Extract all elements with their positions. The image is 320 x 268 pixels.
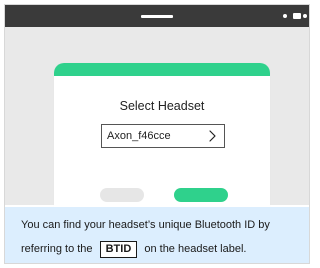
status-bar — [5, 5, 309, 27]
signal-dot-icon — [283, 14, 287, 18]
info-text-after-badge: on the headset label. — [144, 243, 247, 255]
notch-indicator — [141, 15, 173, 18]
signal-dot-icon — [303, 14, 307, 18]
battery-icon — [293, 13, 301, 19]
cancel-button[interactable] — [100, 188, 144, 202]
btid-badge: BTID — [99, 241, 138, 258]
app-frame: Select Headset Axon_f46cce You can find … — [4, 4, 310, 264]
dialog-header-bar — [54, 63, 270, 76]
chevron-right-icon — [209, 130, 216, 142]
screen-area: Select Headset Axon_f46cce — [5, 27, 309, 217]
headset-select-value: Axon_f46cce — [107, 130, 171, 142]
info-text-line2: referring to the BTID on the headset lab… — [21, 241, 246, 258]
confirm-button[interactable] — [174, 188, 228, 202]
info-text-before-badge: referring to the — [21, 243, 93, 255]
info-panel: You can find your headset’s unique Bluet… — [5, 207, 309, 263]
info-text-line1: You can find your headset’s unique Bluet… — [21, 219, 270, 231]
dialog-title: Select Headset — [119, 99, 205, 113]
select-headset-dialog: Select Headset Axon_f46cce — [54, 63, 270, 217]
headset-select[interactable]: Axon_f46cce — [101, 124, 225, 148]
